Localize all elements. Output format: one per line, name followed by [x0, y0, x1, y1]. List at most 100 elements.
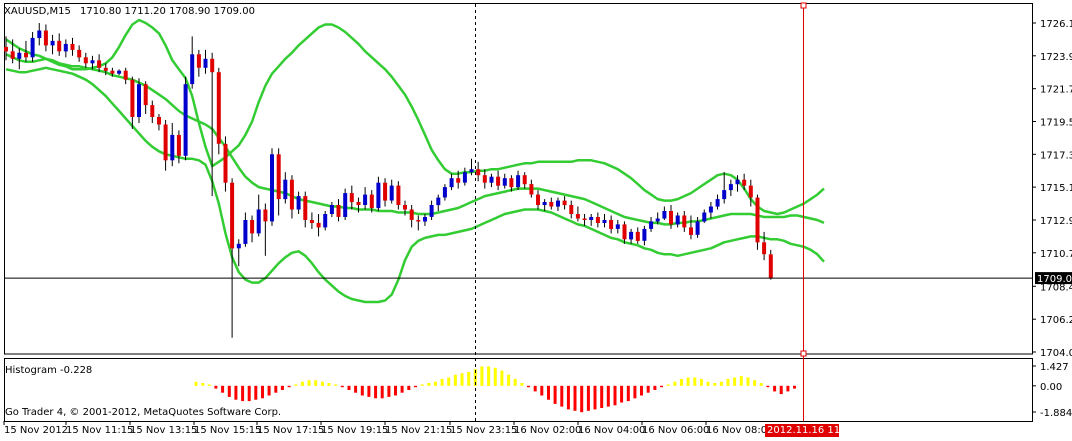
histogram-bar	[414, 385, 417, 388]
time-tick-label: 15 Nov 15:15	[194, 425, 261, 436]
histogram-bar	[360, 385, 364, 396]
histogram-bar	[394, 385, 397, 396]
bear-candle-body	[682, 215, 687, 228]
histogram-bar	[294, 384, 298, 386]
histogram-bar	[307, 380, 311, 386]
bull-candle-body	[708, 206, 713, 213]
bull-candle-body	[190, 54, 195, 85]
bear-candle-body	[562, 200, 567, 206]
bull-candle-body	[137, 84, 141, 117]
histogram-bar	[487, 366, 491, 386]
bull-candle-body	[629, 231, 634, 240]
bear-candle-body	[216, 72, 221, 144]
histogram-bar	[367, 385, 371, 397]
histogram-bar	[653, 385, 657, 390]
bull-candle-body	[270, 154, 274, 222]
bear-candle-body	[742, 179, 747, 186]
bull-candle-body	[323, 214, 328, 228]
histogram-bar	[214, 385, 218, 389]
histogram-bar	[480, 366, 484, 386]
bear-candle-body	[456, 178, 461, 183]
time-tick-label: 15 Nov 2012	[4, 425, 68, 436]
histogram-bar	[673, 381, 677, 386]
bull-candle-body	[516, 175, 521, 188]
trading-chart[interactable]: 1726.10 1723.90 1721.70 1719.50 1717.30 1715.…	[0, 0, 1072, 437]
histogram-bar	[440, 378, 444, 386]
candle	[755, 194, 760, 250]
time-tick-label: 15 Nov 21:15	[385, 425, 452, 436]
bull-candle-body	[170, 134, 175, 161]
histogram-bar	[460, 373, 464, 386]
histogram-bar	[407, 385, 411, 390]
histogram-bar	[374, 385, 378, 399]
indicator-tick-label: -1.884	[1040, 408, 1072, 419]
histogram-bar	[793, 385, 796, 389]
bear-candle-body	[157, 117, 161, 125]
histogram-bar	[686, 377, 690, 386]
histogram-bar	[633, 385, 637, 399]
bull-candle-body	[183, 84, 188, 156]
ohlc-readout: 1710.80 1711.20 1708.90 1709.00	[80, 6, 255, 17]
bear-candle-body	[748, 185, 753, 198]
histogram-bar	[347, 385, 351, 390]
histogram-bar	[620, 385, 624, 403]
bear-candle-body	[143, 84, 148, 106]
histogram-bar	[580, 385, 584, 413]
bear-candle-body	[529, 184, 534, 195]
bull-candle-body	[662, 211, 667, 219]
histogram-bar	[507, 374, 511, 386]
bull-candle-body	[117, 70, 122, 74]
copyright-label: Go Trader 4, © 2001-2012, MetaQuotes Sof…	[5, 407, 281, 418]
candle	[343, 188, 348, 220]
histogram-bar	[314, 380, 318, 386]
histogram-bar	[221, 385, 225, 393]
bull-candle-body	[90, 60, 95, 64]
histogram-bar	[773, 385, 777, 392]
histogram-bar	[194, 381, 198, 386]
cursor-time-label: 2012.11.16 11:00	[767, 425, 856, 436]
time-tick-label: 15 Nov 19:15	[321, 425, 388, 436]
bear-candle-body	[230, 182, 235, 249]
current-price-label: 1709.00	[1037, 274, 1072, 285]
bear-candle-body	[569, 205, 574, 214]
bull-candle-body	[243, 220, 248, 244]
histogram-bar	[201, 383, 205, 386]
bull-candle-body	[50, 40, 55, 46]
bull-candle-body	[649, 221, 654, 229]
price-tick-label: 1717.30	[1040, 150, 1072, 161]
histogram-bar	[334, 384, 338, 386]
histogram-bar	[267, 385, 271, 396]
chart-canvas[interactable]: 1726.10 1723.90 1721.70 1719.50 1717.30 1715.…	[0, 0, 1072, 437]
time-tick-label: 16 Nov 06:00	[642, 425, 709, 436]
bull-candle-body	[728, 184, 733, 191]
histogram-bar	[626, 385, 630, 402]
bull-candle-body	[283, 179, 288, 200]
bear-candle-body	[416, 220, 421, 222]
bear-candle-body	[575, 214, 580, 219]
histogram-bar	[726, 378, 730, 386]
bull-candle-body	[702, 212, 707, 222]
bull-candle-body	[343, 193, 348, 217]
bull-candle-body	[675, 215, 680, 225]
bear-candle-body	[755, 197, 760, 243]
bear-candle-body	[210, 58, 215, 73]
bear-candle-body	[369, 194, 374, 208]
time-tick-label: 15 Nov 23:15	[450, 425, 517, 436]
histogram-bar	[327, 383, 331, 386]
bull-candle-body	[63, 43, 68, 52]
histogram-bar	[287, 385, 291, 388]
bear-candle-body	[689, 227, 693, 235]
histogram-bar	[573, 385, 577, 411]
histogram-bar	[380, 385, 384, 399]
bear-candle-body	[476, 169, 481, 176]
bull-candle-body	[203, 58, 208, 68]
histogram-bar	[560, 385, 564, 407]
bull-candle-body	[556, 200, 560, 207]
bear-candle-body	[70, 43, 75, 50]
histogram-bar	[786, 385, 790, 392]
histogram-bar	[274, 385, 278, 393]
histogram-bar	[261, 385, 264, 399]
bull-candle-body	[469, 169, 474, 173]
bear-candle-body	[536, 194, 540, 205]
histogram-bar	[666, 384, 670, 386]
